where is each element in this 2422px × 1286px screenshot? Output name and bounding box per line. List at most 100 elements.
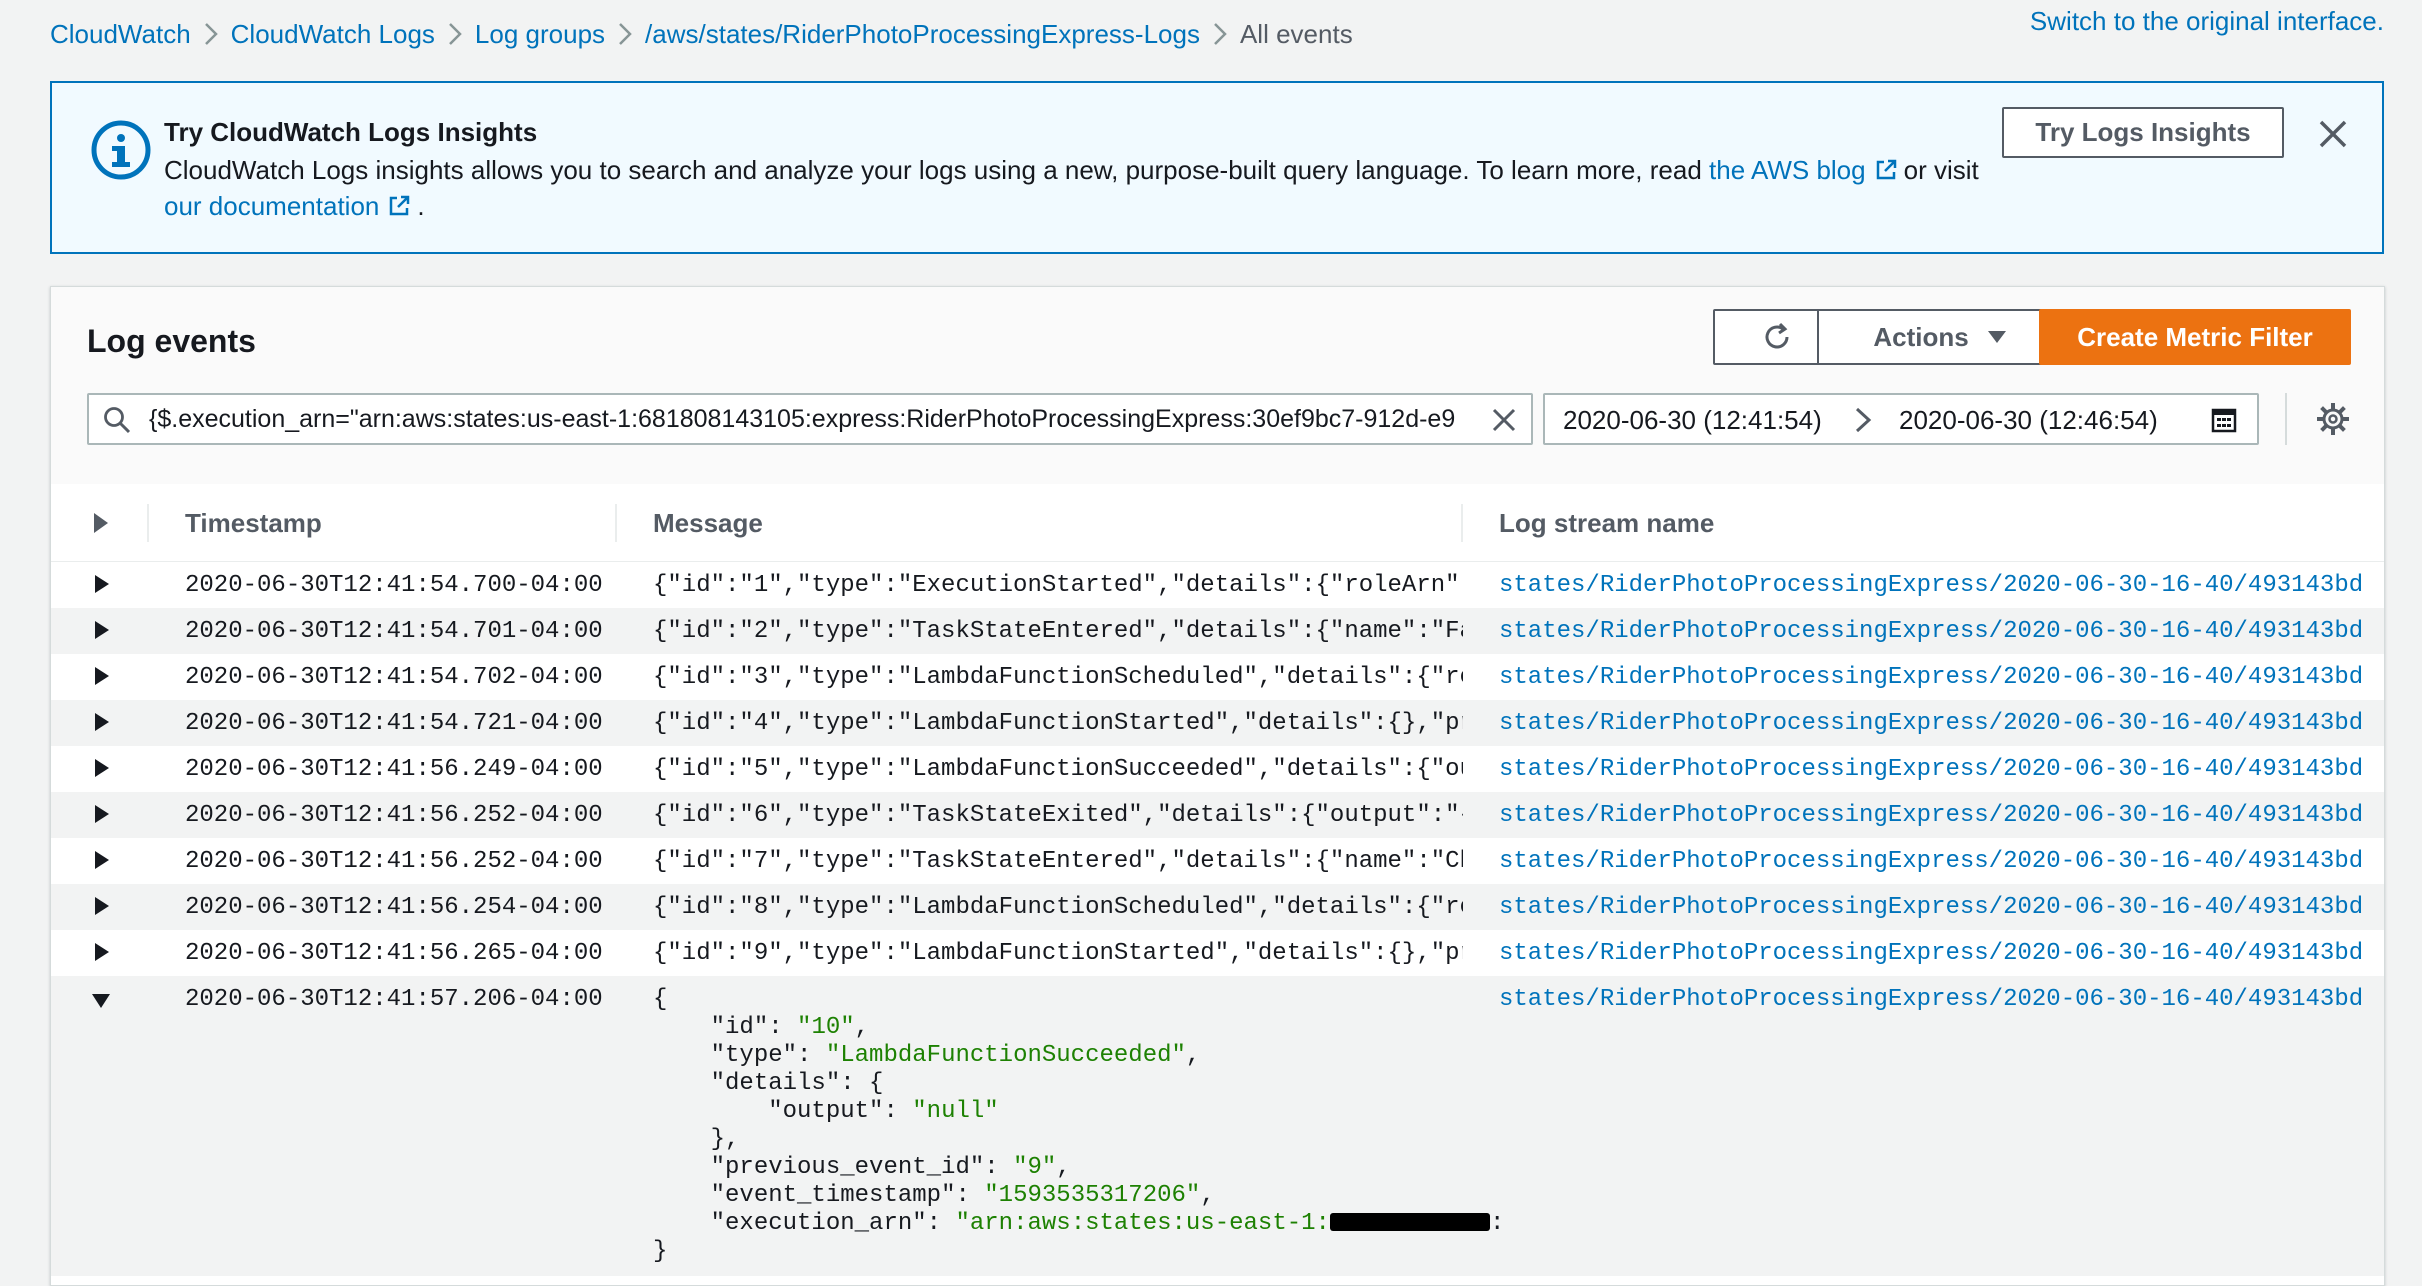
expand-all-icon[interactable] bbox=[91, 512, 111, 534]
redacted-block bbox=[1329, 1213, 1490, 1231]
table-row[interactable]: 2020-06-30T12:41:54.721-04:00 {"id":"4",… bbox=[51, 700, 2384, 746]
documentation-link[interactable]: our documentation bbox=[164, 191, 379, 221]
row-message: {"id":"9","type":"LambdaFunctionStarted"… bbox=[653, 940, 1463, 967]
column-timestamp[interactable]: Timestamp bbox=[185, 508, 322, 539]
refresh-icon bbox=[1765, 322, 1789, 349]
column-message[interactable]: Message bbox=[653, 508, 763, 539]
row-log-stream-link[interactable]: states/RiderPhotoProcessingExpress/2020-… bbox=[1499, 572, 2363, 599]
row-log-stream-link[interactable]: states/RiderPhotoProcessingExpress/2020-… bbox=[1499, 618, 2363, 645]
table-header: Timestamp Message Log stream name bbox=[51, 484, 2384, 562]
aws-blog-link[interactable]: the AWS blog bbox=[1709, 155, 1866, 185]
insights-banner: Try CloudWatch Logs Insights CloudWatch … bbox=[50, 81, 2384, 254]
row-log-stream-link[interactable]: states/RiderPhotoProcessingExpress/2020-… bbox=[1499, 986, 2363, 1013]
row-log-stream-link[interactable]: states/RiderPhotoProcessingExpress/2020-… bbox=[1499, 848, 2363, 875]
json-message: { "id": "10", "type": "LambdaFunctionSuc… bbox=[653, 986, 1505, 1265]
banner-text: CloudWatch Logs insights allows you to s… bbox=[164, 152, 2004, 224]
gear-icon[interactable] bbox=[2317, 403, 2349, 435]
row-timestamp: 2020-06-30T12:41:54.700-04:00 bbox=[185, 572, 603, 599]
json-execution-arn-value: "arn:aws:states:us-east-1: bbox=[955, 1210, 1330, 1237]
row-message: {"id":"8","type":"LambdaFunctionSchedule… bbox=[653, 894, 1463, 921]
breadcrumb-cloudwatch-logs[interactable]: CloudWatch Logs bbox=[231, 19, 435, 50]
expand-row-icon[interactable] bbox=[93, 712, 111, 732]
table-row[interactable]: 2020-06-30T12:41:56.252-04:00 {"id":"6",… bbox=[51, 792, 2384, 838]
column-log-stream[interactable]: Log stream name bbox=[1499, 508, 1714, 539]
row-timestamp: 2020-06-30T12:41:54.721-04:00 bbox=[185, 710, 603, 737]
table-row[interactable]: 2020-06-30T12:41:56.252-04:00 {"id":"7",… bbox=[51, 838, 2384, 884]
row-log-stream-link[interactable]: states/RiderPhotoProcessingExpress/2020-… bbox=[1499, 710, 2363, 737]
expand-row-icon[interactable] bbox=[93, 942, 111, 962]
table-row[interactable]: 2020-06-30T12:41:56.254-04:00 {"id":"8",… bbox=[51, 884, 2384, 930]
row-log-stream-link[interactable]: states/RiderPhotoProcessingExpress/2020-… bbox=[1499, 894, 2363, 921]
json-output-value: "null" bbox=[912, 1098, 999, 1125]
create-metric-filter-button[interactable]: Create Metric Filter bbox=[2039, 309, 2351, 365]
chevron-right-icon bbox=[191, 22, 231, 46]
json-event-timestamp-value: "1593535317206" bbox=[984, 1182, 1201, 1209]
column-divider bbox=[147, 504, 149, 542]
breadcrumb-log-groups[interactable]: Log groups bbox=[475, 19, 605, 50]
chevron-right-icon bbox=[605, 22, 645, 46]
expand-row-icon[interactable] bbox=[93, 666, 111, 686]
table-row[interactable]: 2020-06-30T12:41:56.249-04:00 {"id":"5",… bbox=[51, 746, 2384, 792]
row-message: {"id":"4","type":"LambdaFunctionStarted"… bbox=[653, 710, 1463, 737]
row-timestamp: 2020-06-30T12:41:56.252-04:00 bbox=[185, 802, 603, 829]
collapse-row-icon[interactable] bbox=[91, 992, 111, 1010]
caret-down-icon bbox=[1987, 331, 2006, 343]
row-message: {"id":"6","type":"TaskStateExited","deta… bbox=[653, 802, 1463, 829]
row-timestamp: 2020-06-30T12:41:56.254-04:00 bbox=[185, 894, 603, 921]
expanded-row[interactable]: 2020-06-30T12:41:57.206-04:00 { "id": "1… bbox=[51, 976, 2384, 1276]
row-log-stream-link[interactable]: states/RiderPhotoProcessingExpress/2020-… bbox=[1499, 802, 2363, 829]
panel-title: Log events bbox=[87, 323, 256, 359]
clear-icon[interactable] bbox=[1491, 407, 1517, 433]
filter-events-input[interactable] bbox=[149, 395, 1469, 443]
panel-header: Log events Actions Create Metric Filter … bbox=[51, 287, 2384, 484]
filter-box bbox=[87, 393, 1533, 445]
actions-dropdown[interactable]: Actions bbox=[1817, 309, 2063, 365]
column-divider bbox=[1461, 504, 1463, 542]
expand-row-icon[interactable] bbox=[93, 850, 111, 870]
table-row[interactable]: 2020-06-30T12:41:54.700-04:00 {"id":"1",… bbox=[51, 562, 2384, 608]
date-range-picker[interactable]: 2020-06-30 (12:41:54) 2020-06-30 (12:46:… bbox=[1543, 393, 2259, 445]
row-message: {"id":"7","type":"TaskStateEntered","det… bbox=[653, 848, 1463, 875]
expand-row-icon[interactable] bbox=[93, 896, 111, 916]
date-range-end: 2020-06-30 (12:46:54) bbox=[1899, 405, 2158, 435]
info-icon bbox=[91, 120, 151, 180]
row-timestamp: 2020-06-30T12:41:56.249-04:00 bbox=[185, 756, 603, 783]
row-log-stream-link[interactable]: states/RiderPhotoProcessingExpress/2020-… bbox=[1499, 756, 2363, 783]
banner-text-before: CloudWatch Logs insights allows you to s… bbox=[164, 155, 1702, 185]
banner-text-middle: or visit bbox=[1903, 155, 1979, 185]
row-log-stream-link[interactable]: states/RiderPhotoProcessingExpress/2020-… bbox=[1499, 664, 2363, 691]
banner-title: Try CloudWatch Logs Insights bbox=[164, 117, 538, 147]
close-icon[interactable] bbox=[2318, 119, 2348, 149]
row-log-stream-link[interactable]: states/RiderPhotoProcessingExpress/2020-… bbox=[1499, 940, 2363, 967]
row-timestamp: 2020-06-30T12:41:56.252-04:00 bbox=[185, 848, 603, 875]
table-row[interactable]: 2020-06-30T12:41:54.701-04:00 {"id":"2",… bbox=[51, 608, 2384, 654]
json-previous-event-id-value: "9" bbox=[1013, 1154, 1057, 1181]
table-row[interactable]: 2020-06-30T12:41:56.265-04:00 {"id":"9",… bbox=[51, 930, 2384, 976]
switch-interface-link[interactable]: Switch to the original interface. bbox=[2030, 6, 2384, 37]
table-row[interactable]: 2020-06-30T12:41:54.702-04:00 {"id":"3",… bbox=[51, 654, 2384, 700]
calendar-icon bbox=[2211, 408, 2237, 433]
expand-row-icon[interactable] bbox=[93, 574, 111, 594]
row-timestamp: 2020-06-30T12:41:57.206-04:00 bbox=[185, 986, 603, 1013]
expand-row-icon[interactable] bbox=[93, 620, 111, 640]
log-events-panel: Log events Actions Create Metric Filter … bbox=[50, 286, 2385, 1286]
breadcrumb-log-group[interactable]: /aws/states/RiderPhotoProcessingExpress-… bbox=[645, 19, 1200, 50]
column-divider bbox=[615, 504, 617, 542]
json-type-value: "LambdaFunctionSucceeded" bbox=[825, 1042, 1186, 1069]
row-timestamp: 2020-06-30T12:41:56.265-04:00 bbox=[185, 940, 603, 967]
banner-text-end: . bbox=[417, 191, 425, 221]
breadcrumb-current: All events bbox=[1239, 18, 1353, 49]
external-link-icon bbox=[1876, 159, 1896, 180]
chevron-right-icon bbox=[1200, 22, 1240, 46]
actions-label: Actions bbox=[1873, 321, 1969, 352]
chevron-right-icon bbox=[1855, 407, 1872, 433]
row-message: {"id":"2","type":"TaskStateEntered","det… bbox=[653, 618, 1463, 645]
expand-row-icon[interactable] bbox=[93, 758, 111, 778]
row-timestamp: 2020-06-30T12:41:54.701-04:00 bbox=[185, 618, 603, 645]
try-logs-insights-button[interactable]: Try Logs Insights bbox=[2002, 107, 2284, 158]
divider bbox=[2285, 393, 2287, 445]
breadcrumb-cloudwatch[interactable]: CloudWatch bbox=[50, 19, 191, 50]
expand-row-icon[interactable] bbox=[93, 804, 111, 824]
log-events-list: 2020-06-30T12:41:54.700-04:00 {"id":"1",… bbox=[51, 562, 2384, 1276]
row-message: {"id":"5","type":"LambdaFunctionSucceede… bbox=[653, 756, 1463, 783]
